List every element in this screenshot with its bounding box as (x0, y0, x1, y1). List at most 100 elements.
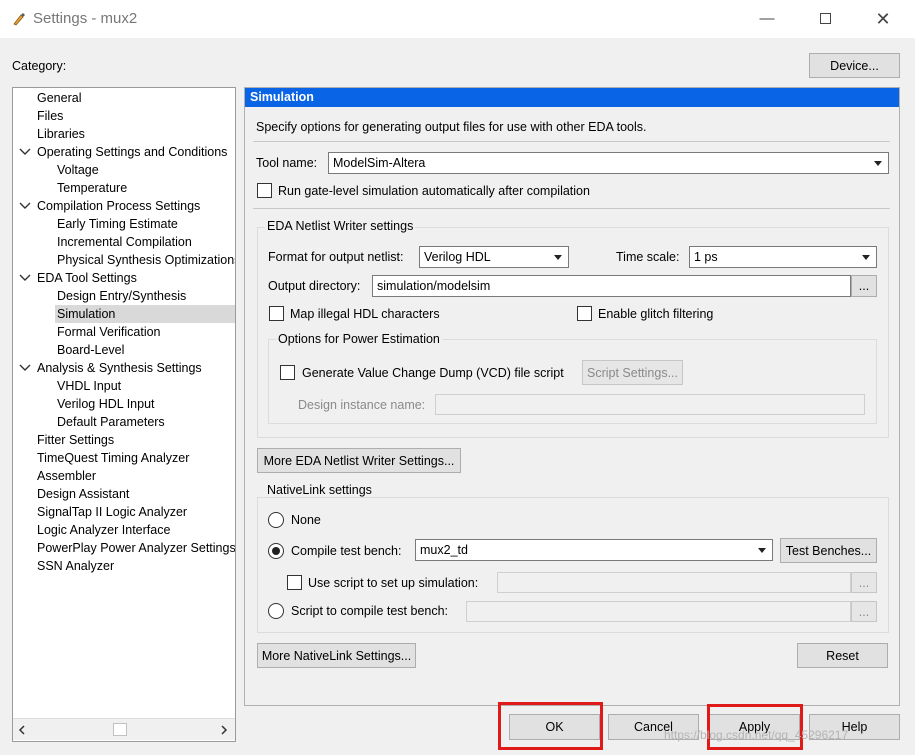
map-illegal-checkbox[interactable] (269, 306, 284, 321)
tree-item[interactable]: Physical Synthesis Optimizations (57, 251, 235, 269)
maximize-icon[interactable] (810, 8, 840, 30)
output-directory-label: Output directory: (268, 279, 361, 293)
design-instance-input[interactable] (435, 394, 865, 415)
script-compile-label: Script to compile test bench: (291, 604, 449, 618)
tree-item-label: Early Timing Estimate (57, 217, 178, 231)
tree-item-label: Design Assistant (37, 487, 130, 501)
minimize-icon[interactable]: — (752, 8, 782, 30)
netlist-format-select[interactable]: Verilog HDL (419, 246, 569, 268)
tree-item[interactable]: Analysis & Synthesis Settings (37, 359, 202, 377)
tree-item-label: SignalTap II Logic Analyzer (37, 505, 188, 519)
tree-item-label: Incremental Compilation (57, 235, 192, 249)
tree-item[interactable]: Temperature (57, 179, 127, 197)
none-radio[interactable] (268, 512, 284, 528)
run-gate-level-checkbox[interactable] (257, 183, 272, 198)
tree-item[interactable]: Voltage (57, 161, 99, 179)
scroll-thumb[interactable] (113, 723, 127, 736)
tree-horizontal-scrollbar[interactable] (13, 718, 235, 740)
none-label: None (291, 513, 321, 527)
tree-item[interactable]: Assembler (37, 467, 96, 485)
close-icon[interactable]: ✕ (868, 8, 898, 30)
output-directory-browse-button[interactable]: ... (851, 275, 877, 297)
tree-item-label: PowerPlay Power Analyzer Settings (37, 541, 236, 555)
tree-item-label: Board-Level (57, 343, 125, 357)
compile-test-bench-radio[interactable] (268, 543, 284, 559)
test-bench-select[interactable]: mux2_td (415, 539, 773, 561)
time-scale-select[interactable]: 1 ps (689, 246, 877, 268)
tree-item-label: Operating Settings and Conditions (37, 145, 228, 159)
tree-item[interactable]: Simulation (55, 305, 235, 323)
category-tree[interactable]: General Files Libraries Operating Settings … (12, 87, 236, 742)
output-directory-input[interactable]: simulation/modelsim (372, 275, 851, 297)
tree-item[interactable]: Default Parameters (57, 413, 165, 431)
tree-item[interactable]: Logic Analyzer Interface (37, 521, 170, 539)
tree-item[interactable]: Fitter Settings (37, 431, 114, 449)
compile-test-bench-label: Compile test bench: (291, 544, 402, 558)
script-compile-input[interactable] (466, 601, 851, 622)
tree-item-label: Simulation (57, 307, 116, 321)
tree-item[interactable]: TimeQuest Timing Analyzer (37, 449, 189, 467)
tree-item-label: VHDL Input (57, 379, 122, 393)
tree-item[interactable]: Design Assistant (37, 485, 129, 503)
window-title: Settings - mux2 (33, 10, 138, 27)
tree-item[interactable]: Compilation Process Settings (37, 197, 200, 215)
tool-name-label: Tool name: (256, 156, 318, 170)
scroll-left-icon[interactable] (17, 724, 27, 736)
watermark: https://blog.csdn.net/qq_45296217 (664, 728, 849, 742)
glitch-filtering-checkbox[interactable] (577, 306, 592, 321)
tree-item-label: Libraries (37, 127, 85, 141)
tree-item[interactable]: Design Entry/Synthesis (57, 287, 186, 305)
chevron-down-icon[interactable] (18, 359, 32, 377)
run-gate-level-label: Run gate-level simulation automatically … (278, 184, 590, 198)
chevron-down-icon[interactable] (18, 269, 32, 287)
use-script-input[interactable] (497, 572, 851, 593)
tree-item[interactable]: Early Timing Estimate (57, 215, 178, 233)
tree-item-label: Logic Analyzer Interface (37, 523, 171, 537)
test-benches-button[interactable]: Test Benches... (780, 538, 877, 563)
tree-item[interactable]: Libraries (37, 125, 85, 143)
tree-item[interactable]: EDA Tool Settings (37, 269, 137, 287)
tree-item[interactable]: SignalTap II Logic Analyzer (37, 503, 187, 521)
tree-item[interactable]: General (37, 89, 81, 107)
tree-item[interactable]: Board-Level (57, 341, 124, 359)
more-nativelink-settings-button[interactable]: More NativeLink Settings... (257, 643, 416, 668)
ok-highlight-box (498, 702, 603, 750)
use-script-browse-button[interactable]: ... (851, 572, 877, 593)
settings-icon (13, 13, 25, 26)
more-eda-netlist-settings-button[interactable]: More EDA Netlist Writer Settings... (257, 448, 461, 473)
tree-item[interactable]: Operating Settings and Conditions (37, 143, 227, 161)
vcd-label: Generate Value Change Dump (VCD) file sc… (302, 366, 564, 380)
tree-item[interactable]: VHDL Input (57, 377, 121, 395)
tree-item-label: Design Entry/Synthesis (57, 289, 187, 303)
chevron-down-icon[interactable] (18, 197, 32, 215)
script-compile-radio[interactable] (268, 603, 284, 619)
tree-item[interactable]: Incremental Compilation (57, 233, 192, 251)
tree-item[interactable]: Formal Verification (57, 323, 161, 341)
script-settings-button[interactable]: Script Settings... (582, 360, 683, 385)
eda-netlist-group-label: EDA Netlist Writer settings (265, 219, 416, 233)
chevron-down-icon[interactable] (18, 143, 32, 161)
design-instance-label: Design instance name: (298, 398, 426, 412)
script-compile-browse-button[interactable]: ... (851, 601, 877, 622)
reset-button[interactable]: Reset (797, 643, 888, 668)
tree-item[interactable]: Verilog HDL Input (57, 395, 155, 413)
vcd-checkbox[interactable] (280, 365, 295, 380)
tree-item-label: Temperature (57, 181, 128, 195)
panel-header: Simulation (245, 88, 899, 107)
panel-description: Specify options for generating output fi… (256, 120, 647, 134)
tree-item-label: Files (37, 109, 64, 123)
scroll-right-icon[interactable] (219, 724, 229, 736)
chevron-down-icon (874, 161, 882, 166)
tree-item[interactable]: SSN Analyzer (37, 557, 114, 575)
simulation-panel: Simulation Specify options for generatin… (244, 87, 900, 706)
time-scale-label: Time scale: (616, 250, 680, 264)
tree-item[interactable]: Files (37, 107, 63, 125)
use-script-checkbox[interactable] (287, 575, 302, 590)
device-button[interactable]: Device... (809, 53, 900, 78)
glitch-filtering-label: Enable glitch filtering (598, 307, 714, 321)
tree-item-label: TimeQuest Timing Analyzer (37, 451, 190, 465)
tree-item[interactable]: PowerPlay Power Analyzer Settings (37, 539, 236, 557)
divider (253, 141, 890, 142)
tree-item-label: Fitter Settings (37, 433, 115, 447)
tool-name-select[interactable]: ModelSim-Altera (328, 152, 889, 174)
